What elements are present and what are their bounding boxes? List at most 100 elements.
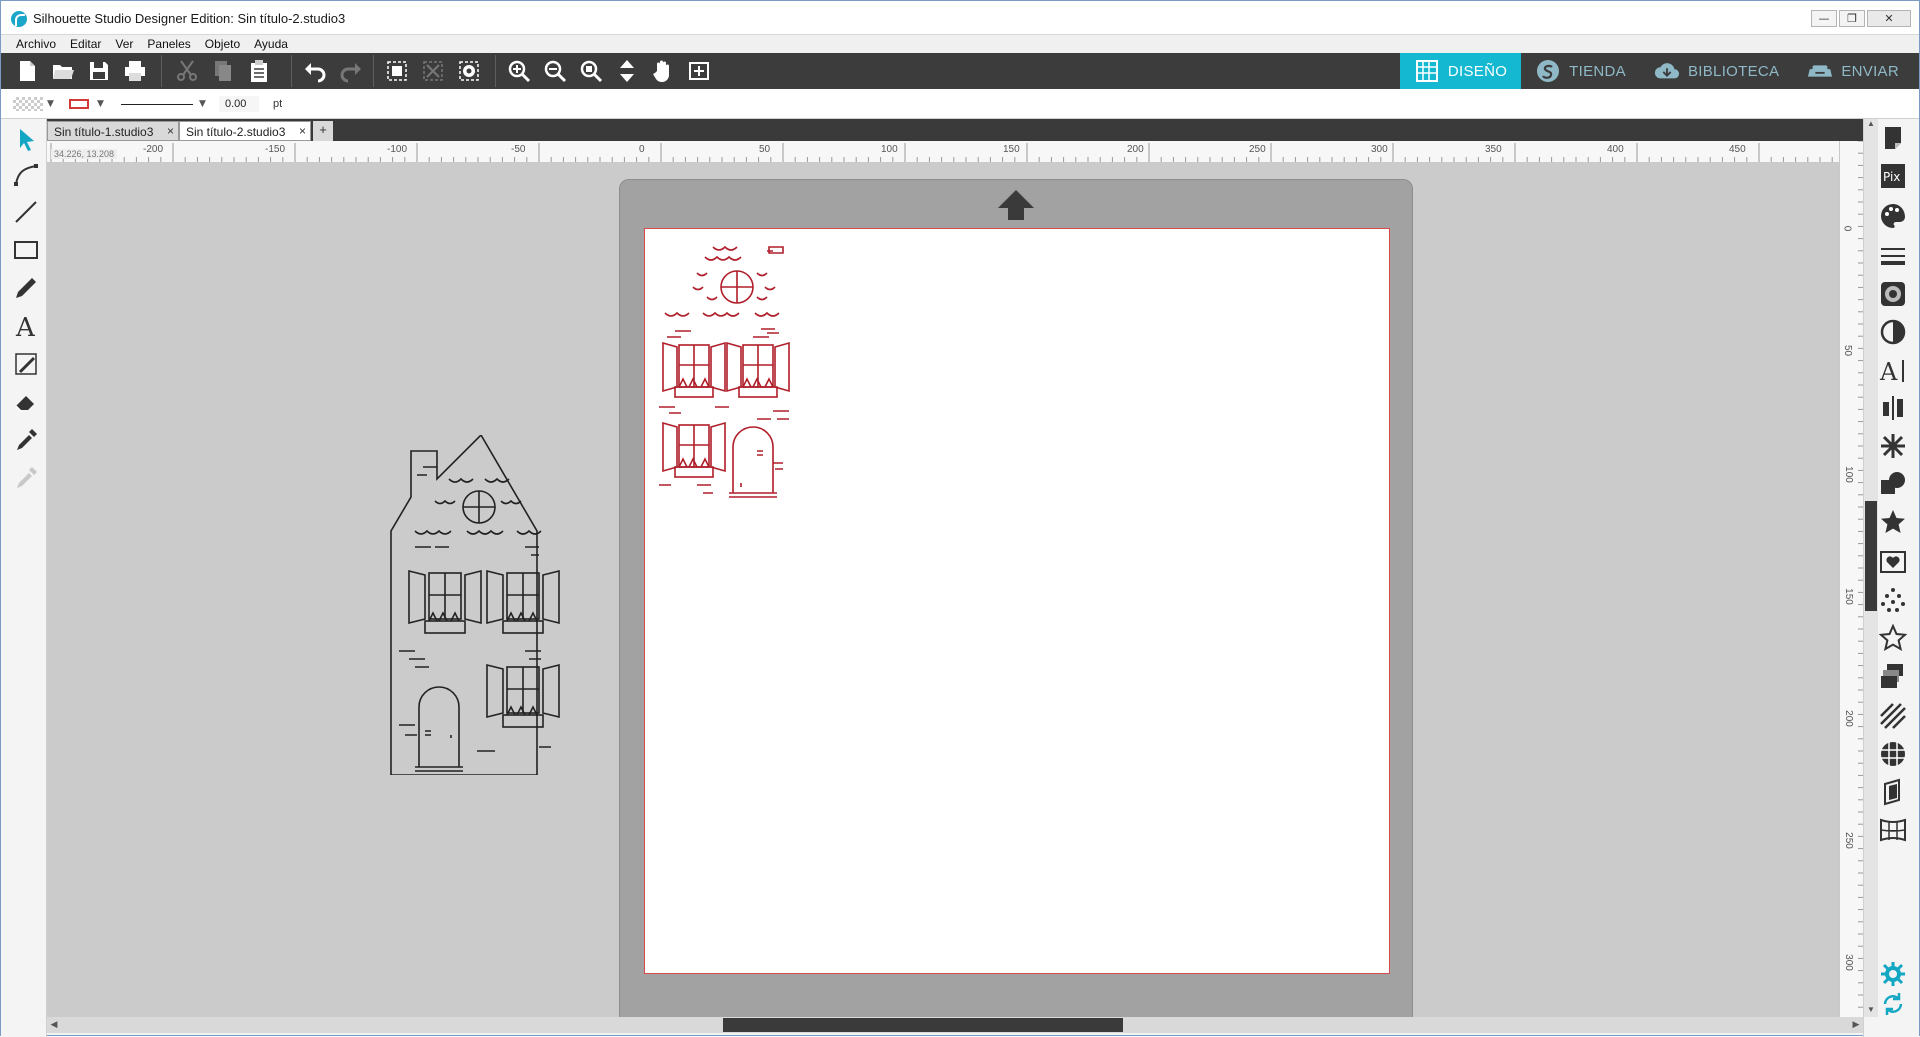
line-color-dropdown-icon[interactable]: ▼: [97, 99, 104, 109]
zoom-out-icon[interactable]: [537, 53, 573, 89]
text-style-icon[interactable]: A: [1878, 355, 1908, 385]
svg-text:A: A: [1879, 358, 1898, 384]
ruler-ticks: [1858, 141, 1863, 1020]
page-area[interactable]: [644, 228, 1390, 974]
new-document-icon[interactable]: [9, 53, 45, 89]
warp-grid-icon[interactable]: [1878, 815, 1908, 845]
disabled-eyedropper-icon[interactable]: [11, 463, 41, 493]
close-button[interactable]: ✕: [1867, 10, 1911, 27]
vertical-scrollbar[interactable]: ▲ ▼: [1864, 119, 1878, 1017]
ruler-ticks: [50, 143, 1833, 162]
menu-paneles[interactable]: Paneles: [140, 35, 197, 53]
tab-document-2-label: Sin título-2.studio3: [186, 125, 286, 139]
tab-design-label: DISEÑO: [1447, 62, 1508, 80]
trace-heart-icon[interactable]: [1878, 547, 1908, 577]
zoom-select-icon[interactable]: [573, 53, 609, 89]
line-style-icon[interactable]: [1878, 241, 1908, 271]
save-icon[interactable]: [81, 53, 117, 89]
sketch-dots-icon[interactable]: [1878, 585, 1908, 615]
add-tab-button[interactable]: +: [313, 121, 333, 141]
zoom-in-icon[interactable]: [501, 53, 537, 89]
tab-send[interactable]: ENVIAR: [1793, 53, 1913, 89]
line-tool-icon[interactable]: [11, 197, 41, 227]
sync-icon[interactable]: [1878, 989, 1908, 1019]
pan-hand-icon[interactable]: [645, 53, 681, 89]
scroll-left-arrow-icon[interactable]: ◀: [47, 1018, 61, 1032]
layers-icon[interactable]: [1878, 661, 1908, 691]
scroll-right-arrow-icon[interactable]: ▶: [1849, 1018, 1863, 1032]
replicate-icon[interactable]: [1878, 431, 1908, 461]
open-folder-icon[interactable]: [45, 53, 81, 89]
line-style-dropdown-icon[interactable]: ▼: [199, 99, 206, 109]
ruler-label: 50: [759, 144, 771, 155]
close-tab-2-icon[interactable]: ×: [299, 124, 306, 138]
menu-objeto[interactable]: Objeto: [198, 35, 247, 53]
hatch-fill-icon[interactable]: [1878, 701, 1908, 731]
document-tabs: Sin título-1.studio3 × Sin título-2.stud…: [47, 119, 1875, 141]
menu-archivo[interactable]: Archivo: [9, 35, 63, 53]
pencil-tool-icon[interactable]: [11, 273, 41, 303]
edit-points-icon[interactable]: [11, 159, 41, 189]
vertical-scrollbar-thumb[interactable]: [1865, 501, 1877, 611]
fill-palette-icon[interactable]: [1878, 201, 1908, 231]
house-pieces-cut-lines[interactable]: [657, 241, 817, 541]
eraser-tool-icon[interactable]: [11, 387, 41, 417]
line-weight-input[interactable]: 0.00: [219, 96, 259, 112]
scroll-down-arrow-icon[interactable]: ▼: [1865, 1005, 1877, 1017]
group-icon[interactable]: [379, 53, 415, 89]
image-effects-icon[interactable]: [1878, 279, 1908, 309]
tab-store-label: TIENDA: [1569, 62, 1626, 80]
star-filled-icon[interactable]: [1878, 507, 1908, 537]
star-outline-icon[interactable]: [1878, 623, 1908, 653]
close-tab-1-icon[interactable]: ×: [167, 124, 174, 138]
redo-icon[interactable]: [333, 53, 369, 89]
print-icon[interactable]: [117, 53, 153, 89]
rectangle-tool-icon[interactable]: [11, 235, 41, 265]
eyedropper-icon[interactable]: [11, 425, 41, 455]
fit-to-window-icon[interactable]: [681, 53, 717, 89]
horizontal-scrollbar[interactable]: ◀ ▶: [47, 1017, 1863, 1033]
menu-editar[interactable]: Editar: [63, 35, 108, 53]
scroll-up-arrow-icon[interactable]: ▲: [1865, 119, 1877, 131]
tab-library[interactable]: BIBLIOTECA: [1640, 53, 1793, 89]
align-icon[interactable]: [1878, 393, 1908, 423]
ruler-label: 300: [1371, 144, 1388, 155]
fit-to-page-icon[interactable]: [609, 53, 645, 89]
horizontal-scrollbar-thumb[interactable]: [723, 1018, 1123, 1032]
window-title: Silhouette Studio Designer Edition: Sin …: [33, 11, 346, 26]
tab-store[interactable]: TIENDA: [1521, 53, 1640, 89]
weld-grid-icon[interactable]: [1878, 739, 1908, 769]
copy-icon[interactable]: [205, 53, 241, 89]
ungroup-icon[interactable]: [415, 53, 451, 89]
ruler-label: 400: [1607, 144, 1624, 155]
menu-ayuda[interactable]: Ayuda: [247, 35, 295, 53]
tab-document-1[interactable]: Sin título-1.studio3 ×: [47, 121, 179, 141]
maximize-button[interactable]: ❐: [1839, 10, 1865, 27]
undo-icon[interactable]: [297, 53, 333, 89]
tab-document-2[interactable]: Sin título-2.studio3 ×: [179, 121, 311, 141]
fill-dropdown-icon[interactable]: ▼: [47, 99, 54, 109]
house-design-black[interactable]: [389, 435, 571, 775]
contrast-icon[interactable]: [1878, 317, 1908, 347]
knife-tool-icon[interactable]: [11, 349, 41, 379]
select-arrow-icon[interactable]: [11, 125, 41, 155]
line-color-swatch[interactable]: [69, 99, 89, 109]
3d-book-icon[interactable]: [1878, 777, 1908, 807]
minimize-button[interactable]: —: [1811, 10, 1837, 27]
paste-icon[interactable]: [241, 53, 277, 89]
text-tool-icon[interactable]: A: [11, 311, 41, 341]
fill-color-swatch[interactable]: [13, 97, 43, 111]
page-setup-icon[interactable]: [1878, 123, 1908, 153]
menu-ver[interactable]: Ver: [108, 35, 140, 53]
release-compound-icon[interactable]: [451, 53, 487, 89]
line-style-selector[interactable]: [121, 104, 193, 105]
cut-icon[interactable]: [169, 53, 205, 89]
tab-design[interactable]: DISEÑO: [1399, 53, 1522, 89]
ruler-label: 200: [1842, 710, 1854, 727]
modify-shapes-icon[interactable]: [1878, 469, 1908, 499]
right-panel-icons: ▲ ▼ Pix A: [1863, 119, 1919, 1037]
silhouette-logo-icon: [11, 11, 27, 27]
pixscan-icon[interactable]: Pix: [1878, 161, 1908, 191]
settings-gear-icon[interactable]: [1878, 959, 1908, 989]
design-canvas[interactable]: [47, 163, 1839, 1017]
